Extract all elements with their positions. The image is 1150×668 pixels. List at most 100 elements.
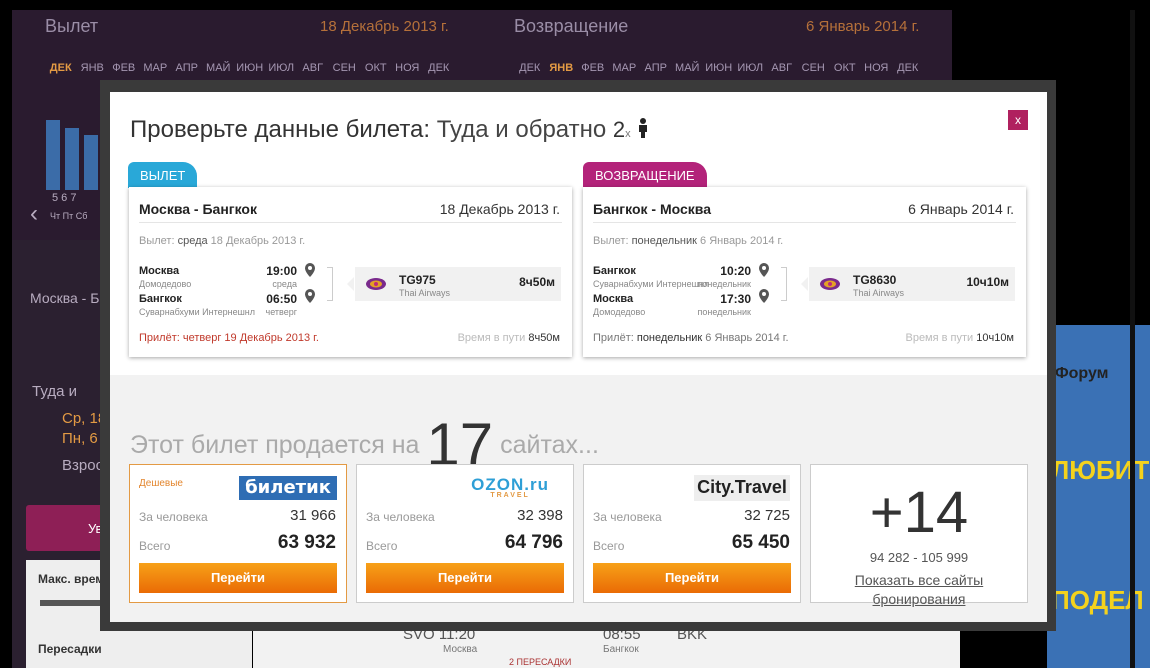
from-time: 19:00 (266, 264, 297, 278)
ret-months[interactable]: ДЕК ЯНВ ФЕВ МАР АПР МАЙ ИЮН ИЮЛ АВГ СЕН … (514, 62, 924, 74)
sold-suffix: сайтах... (500, 431, 599, 459)
date-short-2: Пн, 6 (62, 430, 98, 447)
ad-top: Форум (1055, 365, 1109, 382)
inbound-dep: Вылет: понедельник 6 Январь 2014 г. (593, 235, 783, 247)
month-tab[interactable]: СЕН (329, 62, 361, 74)
to-city: Бангкок (139, 293, 182, 305)
more-sites-card[interactable]: +14 94 282 - 105 999 Показать все сайты … (810, 464, 1028, 607)
show-all-link[interactable]: Показать все сайты бронирования (811, 571, 1027, 609)
month-tab[interactable]: ИЮЛ (735, 62, 767, 74)
outbound-flight: TG975 Thai Airways 8ч50м (347, 267, 561, 301)
row-to-city: Бангкок (603, 644, 639, 655)
dep-date: 18 Декабрь 2013 г. (320, 18, 449, 35)
divider (593, 222, 1016, 223)
flight-number: TG975 (399, 273, 436, 287)
to-time: 06:50 (266, 292, 297, 306)
location-pin-icon (305, 263, 315, 277)
from-day: понедельник (697, 279, 752, 289)
month-tab[interactable]: ЯНВ (77, 62, 109, 74)
month-tab[interactable]: ДЕК (45, 62, 77, 74)
price-bar[interactable] (65, 128, 79, 190)
month-tab[interactable]: ДЕК (514, 62, 546, 74)
price-bar[interactable] (84, 135, 98, 190)
month-tab[interactable]: ОКТ (360, 62, 392, 74)
month-tab[interactable]: МАР (609, 62, 641, 74)
pax-short: Взрос (62, 457, 104, 474)
month-tab[interactable]: ФЕВ (108, 62, 140, 74)
close-button[interactable]: x (1008, 110, 1028, 130)
month-tab[interactable]: АВГ (297, 62, 329, 74)
dep-day: среда (177, 235, 208, 247)
travel-time: Время в пути 10ч10м (905, 332, 1014, 344)
ozon-logo: OZON.ru TRAVEL (471, 475, 549, 499)
arrival-date: 6 Январь 2014 г. (702, 332, 789, 344)
ret-date: 6 Январь 2014 г. (806, 18, 920, 35)
offer-card[interactable]: Дешевые билетик За человека 31 966 Всего… (129, 464, 347, 603)
month-tab[interactable]: НОЯ (392, 62, 424, 74)
total-value: 65 450 (731, 532, 790, 553)
month-tab[interactable]: СЕН (798, 62, 830, 74)
to-airport: Домодедово (593, 307, 646, 317)
to-city: Москва (593, 293, 634, 305)
go-button[interactable]: Перейти (593, 563, 791, 593)
thai-airways-logo-icon (820, 278, 840, 290)
price-bar[interactable] (46, 120, 60, 190)
more-count: +14 (869, 480, 969, 545)
offer-card[interactable]: OZON.ru TRAVEL За человека 32 398 Всего 6… (356, 464, 574, 603)
total-label: Всего (366, 539, 398, 553)
dep-title: Вылет (45, 16, 99, 36)
offer-card[interactable]: City.Travel За человека 32 725 Всего 65 … (583, 464, 801, 603)
outbound-card: Москва - Бангкок 18 Декабрь 2013 г. Выле… (129, 187, 572, 357)
price-bars[interactable] (46, 110, 98, 190)
from-airport: Домодедово (139, 279, 192, 289)
inbound-tag: ВОЗВРАЩЕНИЕ (583, 162, 707, 188)
bracket (781, 267, 787, 301)
month-tab[interactable]: ЯНВ (546, 62, 578, 74)
inbound-date: 6 Январь 2014 г. (908, 201, 1014, 217)
price-range: 94 282 - 105 999 (869, 550, 969, 565)
arrival-day: понедельник (636, 332, 703, 344)
arrival: Прилёт: четверг 19 Декабрь 2013 г. (139, 332, 319, 344)
ret-title: Возвращение (514, 16, 629, 36)
dep-months[interactable]: ДЕК ЯНВ ФЕВ МАР АПР МАЙ ИЮН ИЮЛ АВГ СЕН … (45, 62, 455, 74)
month-tab[interactable]: ИЮН (703, 62, 735, 74)
total-value: 64 796 (504, 532, 563, 553)
month-tab[interactable]: АВГ (766, 62, 798, 74)
from-day: среда (272, 279, 297, 289)
title-text: Проверьте данные билета: (130, 116, 431, 143)
city-travel-logo: City.Travel (694, 475, 790, 501)
per-person-value: 32 398 (517, 507, 563, 524)
month-tab[interactable]: АПР (171, 62, 203, 74)
month-tab[interactable]: ИЮЛ (266, 62, 298, 74)
frame-edge (1130, 10, 1135, 668)
month-tab[interactable]: НОЯ (861, 62, 893, 74)
cheap-badge: Дешевые (139, 478, 183, 489)
month-tab[interactable]: МАЙ (672, 62, 704, 74)
to-day: четверг (265, 307, 298, 317)
month-tab[interactable]: МАЙ (203, 62, 235, 74)
sold-prefix: Этот билет продается на (130, 431, 420, 459)
flight-number: TG8630 (853, 273, 897, 287)
month-tab[interactable]: ИЮН (234, 62, 266, 74)
route-short: Москва - Б (30, 290, 100, 306)
day-numbers: 5 6 7 (52, 192, 77, 204)
month-tab[interactable]: МАР (140, 62, 172, 74)
chevron-left-icon[interactable]: ‹ (30, 200, 38, 228)
go-button[interactable]: Перейти (366, 563, 564, 593)
arrival-label: Прилёт: (593, 332, 637, 344)
go-button[interactable]: Перейти (139, 563, 337, 593)
month-tab[interactable]: ДЕК (892, 62, 924, 74)
outbound-tag: ВЫЛЕТ (128, 162, 198, 188)
month-tab[interactable]: ДЕК (423, 62, 455, 74)
month-tab[interactable]: ОКТ (829, 62, 861, 74)
location-pin-icon (305, 289, 315, 303)
bracket (327, 267, 333, 301)
pax-count: 2 (612, 117, 626, 142)
dep-label: Вылет: (139, 235, 178, 247)
outbound-date: 18 Декабрь 2013 г. (439, 201, 560, 217)
travel-label: Время в пути (457, 332, 529, 344)
transfers-label: Пересадки (38, 642, 102, 656)
dep-label: Вылет: (593, 235, 632, 247)
month-tab[interactable]: АПР (640, 62, 672, 74)
month-tab[interactable]: ФЕВ (577, 62, 609, 74)
